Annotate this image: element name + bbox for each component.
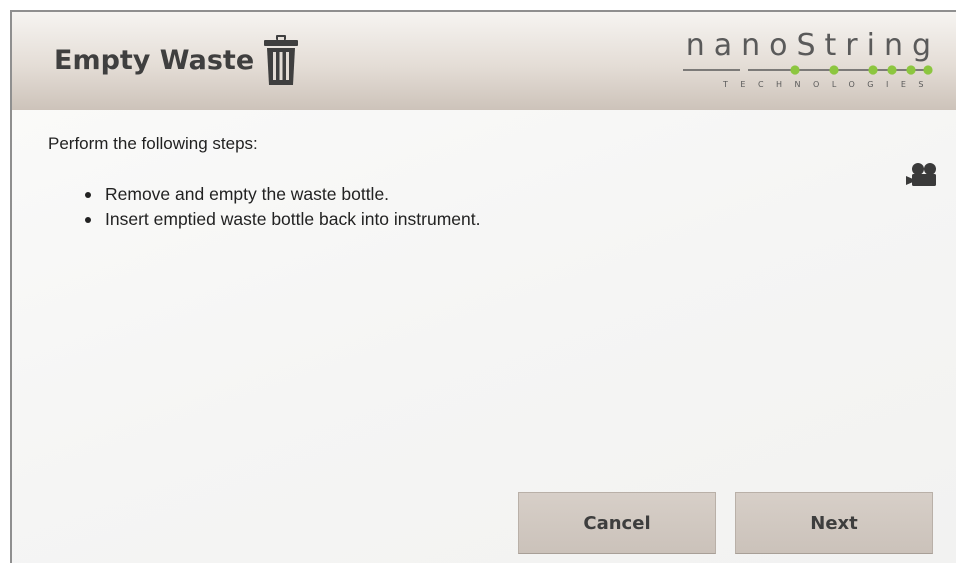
instructions-panel: Perform the following steps: Remove and … [48, 134, 928, 232]
title-group: Empty Waste [54, 28, 299, 92]
video-camera-icon[interactable] [906, 162, 940, 188]
dialog-header: Empty Waste nanoString TECHNOLOGIES [12, 12, 956, 110]
nanostring-logo: nanoString TECHNOLOGIES [680, 28, 940, 98]
step-item: Remove and empty the waste bottle. [85, 182, 928, 207]
logo-wordmark: nanoString [685, 28, 940, 63]
next-button[interactable]: Next [735, 492, 933, 554]
instructions-intro: Perform the following steps: [48, 134, 258, 153]
steps-list: Remove and empty the waste bottle. Inser… [48, 182, 928, 232]
dialog-title: Empty Waste [54, 44, 255, 76]
step-item: Insert emptied waste bottle back into in… [85, 207, 928, 232]
empty-waste-dialog: Empty Waste nanoString TECHNOLOGIES Perf… [10, 10, 956, 563]
logo-subtitle: TECHNOLOGIES [723, 80, 936, 89]
cancel-button[interactable]: Cancel [518, 492, 716, 554]
trash-icon [264, 35, 299, 85]
